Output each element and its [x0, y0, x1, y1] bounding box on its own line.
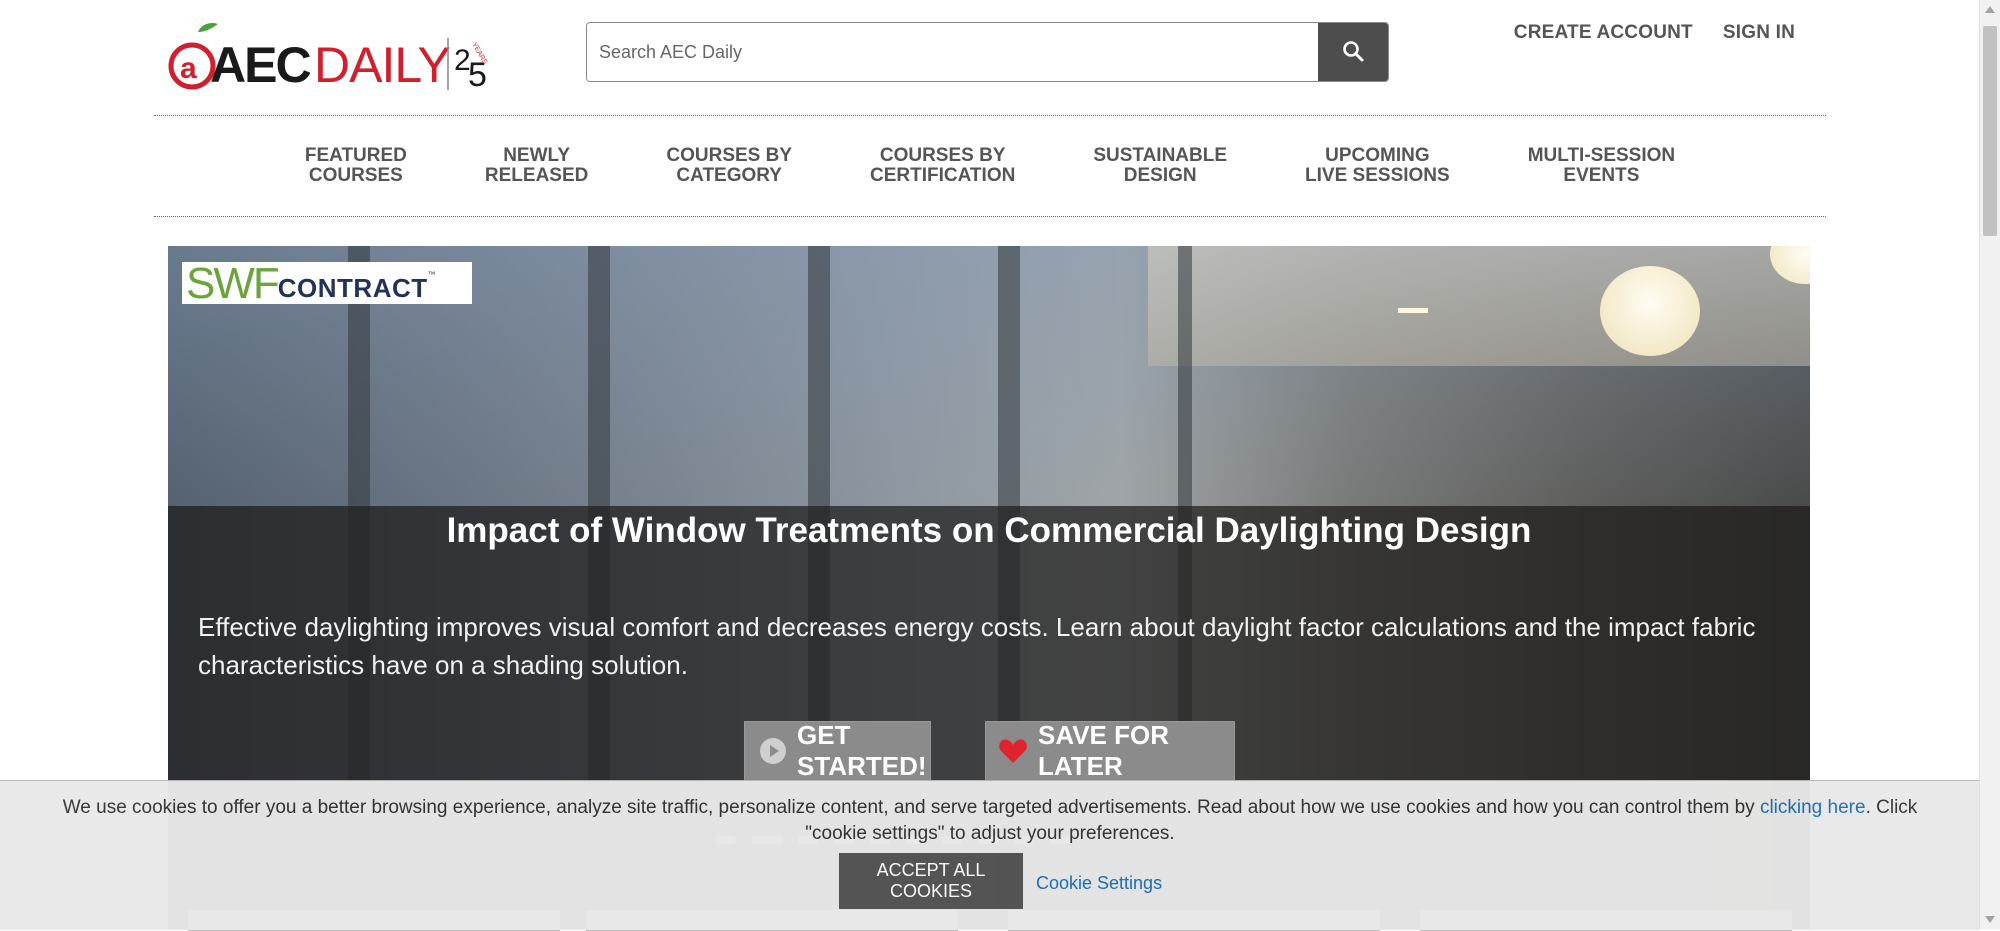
- search-bar: [586, 22, 1389, 82]
- nav-label-line2: DESIGN: [1123, 165, 1197, 186]
- cookie-text-before: We use cookies to offer you a better bro…: [62, 797, 1760, 818]
- create-account-link[interactable]: CREATE ACCOUNT: [1514, 22, 1693, 44]
- main-nav: FEATURED COURSES NEWLY RELEASED COURSES …: [154, 115, 1826, 215]
- aecdaily-logo[interactable]: a AEC DAILY 2 5 YEARS: [166, 20, 526, 92]
- nav-label-line1: FEATURED: [304, 145, 407, 166]
- get-started-button[interactable]: GET STARTED!: [744, 720, 931, 781]
- get-started-label: GET STARTED!: [797, 720, 927, 781]
- nav-label-line1: COURSES BY: [879, 145, 1006, 166]
- nav-label-line1: NEWLY: [503, 145, 571, 166]
- save-for-later-button[interactable]: SAVE FOR LATER: [985, 720, 1235, 781]
- course-title[interactable]: Impact of Window Treatments on Commercia…: [168, 511, 1810, 551]
- account-links: CREATE ACCOUNT SIGN IN: [1514, 22, 1795, 44]
- svg-text:a: a: [180, 52, 197, 85]
- sponsor-logo-swf: SWF: [186, 259, 280, 308]
- search-icon: [1342, 40, 1364, 65]
- nav-multi-session-events[interactable]: MULTI-SESSION EVENTS: [1528, 115, 1675, 215]
- nav-label-line1: COURSES BY: [666, 145, 793, 166]
- nav-featured-courses[interactable]: FEATURED COURSES: [305, 115, 407, 215]
- hero-image-light: [1398, 308, 1428, 313]
- scroll-thumb[interactable]: [1983, 26, 1997, 236]
- nav-label-line2: CATEGORY: [676, 165, 782, 186]
- hero-image-ceiling: [1148, 246, 1810, 366]
- cookie-settings-link[interactable]: Cookie Settings: [1036, 873, 1162, 894]
- cookie-message: We use cookies to offer you a better bro…: [30, 795, 1950, 847]
- cookie-policy-link[interactable]: clicking here: [1760, 797, 1866, 818]
- nav-newly-released[interactable]: NEWLY RELEASED: [485, 115, 588, 215]
- hero-image-lamp: [1600, 266, 1700, 356]
- nav-label-line2: EVENTS: [1563, 165, 1640, 186]
- accept-all-cookies-button[interactable]: ACCEPT ALL COOKIES: [839, 853, 1023, 909]
- sign-in-link[interactable]: SIGN IN: [1723, 22, 1795, 44]
- nav-upcoming-live-sessions[interactable]: UPCOMING LIVE SESSIONS: [1305, 115, 1450, 215]
- nav-label-line2: LIVE SESSIONS: [1305, 165, 1450, 186]
- sponsor-logo-tm: ™: [427, 270, 436, 279]
- course-description: Effective daylighting improves visual co…: [198, 612, 1756, 680]
- nav-label-line2: RELEASED: [484, 165, 589, 186]
- play-circle-icon: [759, 737, 787, 765]
- nav-label-line1: SUSTAINABLE: [1093, 145, 1228, 166]
- svg-text:AEC: AEC: [210, 37, 310, 92]
- page-scrollbar[interactable]: [1979, 0, 2000, 929]
- nav-courses-by-certification[interactable]: COURSES BY CERTIFICATION: [870, 115, 1015, 215]
- divider-bottom: [154, 216, 1826, 217]
- nav-sustainable-design[interactable]: SUSTAINABLE DESIGN: [1093, 115, 1227, 215]
- scroll-down-arrow[interactable]: [1985, 916, 1995, 923]
- sponsor-logo-contract: CONTRACT: [277, 273, 428, 303]
- nav-label-line2: CERTIFICATION: [870, 165, 1016, 186]
- nav-label-line2: COURSES: [308, 165, 403, 186]
- nav-courses-by-category[interactable]: COURSES BY CATEGORY: [666, 115, 792, 215]
- nav-label-line1: UPCOMING: [1325, 145, 1430, 166]
- search-button[interactable]: [1318, 23, 1388, 81]
- save-for-later-label: SAVE FOR LATER: [1038, 720, 1169, 781]
- nav-label-line1: MULTI-SESSION: [1527, 145, 1676, 166]
- heart-icon: [998, 738, 1028, 764]
- search-input[interactable]: [587, 23, 1318, 81]
- sponsor-logo[interactable]: SWF CONTRACT ™: [182, 259, 472, 308]
- svg-text:DAILY: DAILY: [314, 37, 450, 92]
- scroll-up-arrow[interactable]: [1985, 6, 1995, 13]
- cookie-banner: We use cookies to offer you a better bro…: [0, 780, 1980, 930]
